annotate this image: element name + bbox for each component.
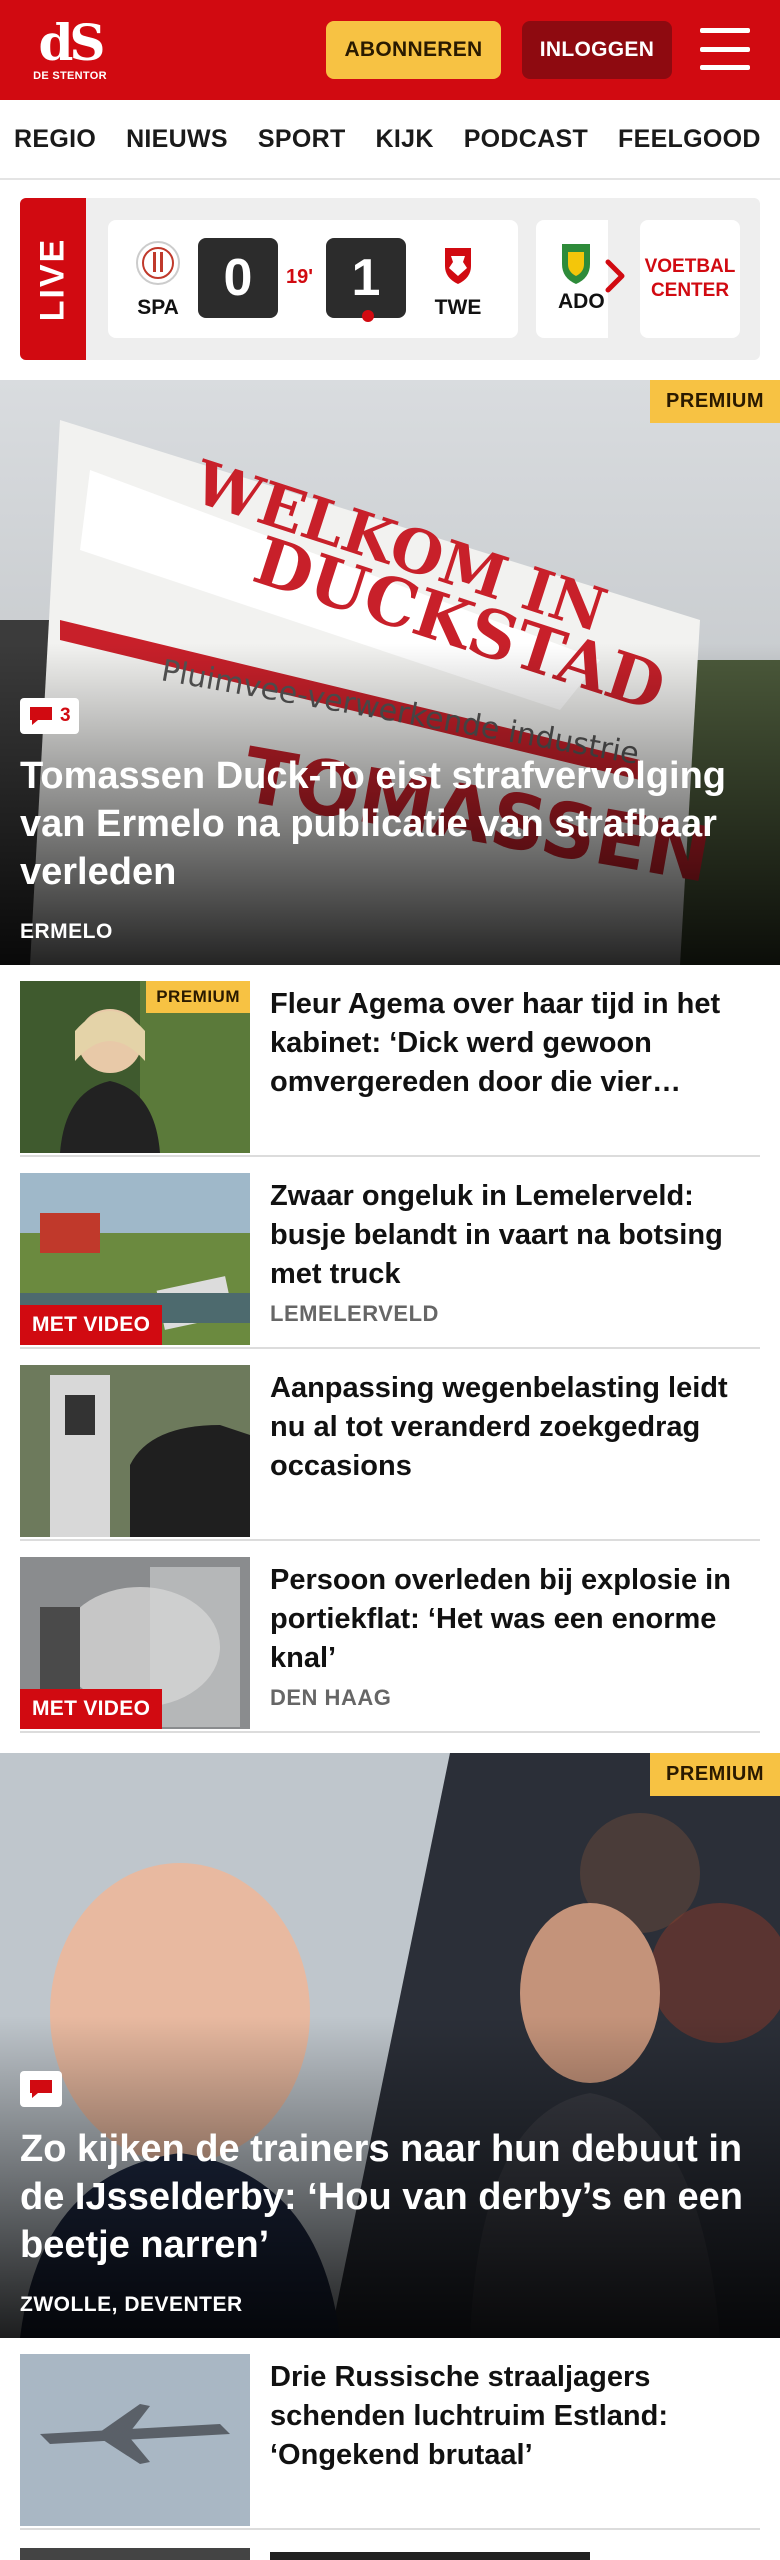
subscribe-button[interactable]: ABONNEREN (326, 21, 501, 79)
away-score: 1 (326, 238, 406, 322)
article-thumbnail: PREMIUM (20, 981, 250, 1153)
hero-article-1[interactable]: WELKOM IN DUCKSTAD Pluimvee-verwerkende … (0, 380, 780, 965)
nav-item-sport[interactable]: SPORT (258, 125, 346, 154)
comment-badge[interactable] (20, 2071, 62, 2107)
list-item[interactable]: MET VIDEO Zwaar ongeluk in Lemelerveld: … (20, 1157, 760, 1349)
nav-item-nieuws[interactable]: NIEUWS (126, 125, 228, 154)
home-score-value: 0 (223, 249, 253, 307)
nav-item-podcast[interactable]: PODCAST (464, 125, 588, 154)
article-location: DEN HAAG (270, 1685, 392, 1710)
article-thumbnail (20, 2354, 250, 2526)
article-location: LEMELERVELD (270, 1301, 439, 1326)
article-title[interactable]: Drie Russische straaljagers schenden luc… (270, 2358, 760, 2475)
premium-badge: PREMIUM (650, 380, 780, 423)
away-score-value: 1 (351, 249, 381, 307)
nav-item-kijk[interactable]: KIJK (376, 125, 434, 154)
hero-title[interactable]: Zo kijken de trainers naar hun debuut in… (20, 2125, 760, 2269)
premium-badge: PREMIUM (146, 981, 250, 1013)
article-title[interactable]: Persoon overleden bij explosie in portie… (270, 1561, 760, 1678)
nav-item-regio[interactable]: REGIO (14, 125, 96, 154)
menu-line (700, 28, 750, 33)
site-logo[interactable]: dS DE STENTOR (30, 10, 110, 90)
list-item[interactable]: MET VIDEO Persoon overleden bij explosie… (20, 1541, 760, 1733)
menu-icon[interactable] (700, 24, 750, 74)
article-title[interactable]: Zwaar ongeluk in Lemelerveld: busje bela… (270, 1177, 760, 1294)
comment-count: 3 (60, 705, 71, 726)
video-badge: MET VIDEO (20, 1305, 163, 1345)
video-badge: MET VIDEO (20, 1689, 163, 1729)
section-nav: REGIO NIEUWS SPORT KIJK PODCAST FEELGOOD… (0, 100, 780, 180)
article-thumbnail: MET VIDEO (20, 1173, 250, 1345)
article-title[interactable]: Fleur Agema over haar tijd in het kabine… (270, 985, 760, 1102)
comment-icon (30, 2080, 52, 2098)
article-thumbnail: MET VIDEO (20, 1557, 250, 1729)
next-article-thumbnail (20, 2548, 250, 2560)
login-button[interactable]: INLOGGEN (522, 21, 672, 79)
nav-item-feelgood[interactable]: FEELGOOD (618, 125, 761, 154)
match-minute: 19' (286, 266, 314, 288)
logo-text: DE STENTOR (33, 70, 107, 82)
hero-location: ERMELO (20, 920, 113, 943)
comment-count-badge[interactable]: 3 (20, 698, 79, 734)
away-crest-icon (445, 248, 471, 284)
logo-mark: dS (38, 13, 105, 72)
comment-icon (30, 707, 52, 725)
ado-crest-icon (562, 244, 590, 284)
goal-dot-icon (362, 310, 374, 322)
chevron-right-icon[interactable] (596, 256, 636, 296)
premium-badge: PREMIUM (650, 1753, 780, 1796)
hero-title[interactable]: Tomassen Duck-To eist strafvervol­ging v… (20, 752, 760, 896)
article-thumbnail (20, 1365, 250, 1537)
hero-article-2[interactable]: PREMIUM Zo kijken de trainers naar hun d… (0, 1753, 780, 2338)
live-tag: LIVE (20, 198, 86, 360)
menu-line (700, 65, 750, 70)
thumbnail-image (20, 1365, 250, 1537)
next-article-title-peek (270, 2552, 590, 2560)
home-team: SPA (128, 240, 188, 320)
menu-line (700, 46, 750, 52)
home-crest-icon (136, 241, 180, 285)
site-header: dS DE STENTOR ABONNEREN INLOGGEN (0, 0, 780, 100)
away-team-name: TWE (434, 296, 482, 319)
home-team-name: SPA (137, 296, 179, 319)
article-title[interactable]: Aanpassing wegenbelasting leidt nu al to… (270, 1369, 760, 1486)
live-match-card[interactable]: SPA 0 19' 1 TWE (108, 220, 518, 338)
home-score: 0 (198, 238, 278, 318)
list-item[interactable]: PREMIUM Fleur Agema over haar tijd in he… (20, 965, 760, 1157)
voetbal-center-label: VOETBAL CENTER (644, 256, 736, 301)
live-label: LIVE (33, 237, 72, 321)
list-item[interactable]: Aanpassing wegenbelasting leidt nu al to… (20, 1349, 760, 1541)
away-team: TWE (428, 240, 488, 320)
thumbnail-image (20, 2354, 250, 2526)
hero-location: ZWOLLE, DEVENTER (20, 2293, 243, 2316)
list-item[interactable]: Drie Russische straaljagers schenden luc… (20, 2338, 760, 2530)
live-scores-bar: LIVE SPA 0 19' 1 TWE ADO VOETBAL CENTER (20, 198, 760, 360)
voetbal-center-button[interactable]: VOETBAL CENTER (640, 220, 740, 338)
